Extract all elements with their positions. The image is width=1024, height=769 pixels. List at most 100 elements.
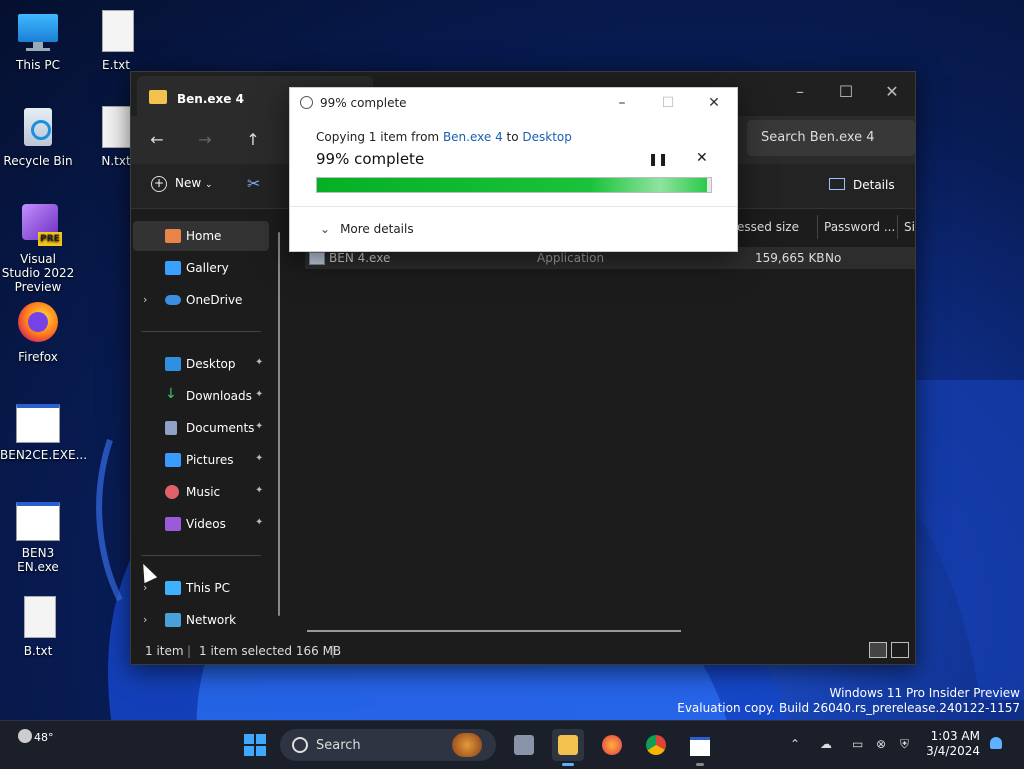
desktop-icon-label: Visual Studio 2022 Preview <box>1 252 75 294</box>
monitor-icon <box>16 10 60 54</box>
display-icon[interactable]: ▭ <box>852 737 863 751</box>
new-button[interactable]: + New ⌄ <box>151 176 213 192</box>
minimize-button[interactable]: – <box>777 78 823 106</box>
column-header-password[interactable]: Password ... <box>817 215 898 239</box>
sidebar-item-gallery[interactable]: Gallery <box>133 253 269 283</box>
search-icon <box>292 737 308 753</box>
status-bar: 1 item | 1 item selected 166 MB | <box>131 638 915 664</box>
desktop-icon-label: Firefox <box>18 350 58 364</box>
cancel-button[interactable]: ✕ <box>696 150 708 166</box>
sidebar-item-music[interactable]: Music ✦ <box>133 477 269 507</box>
sidebar-scrollbar[interactable] <box>278 232 280 616</box>
details-pane-icon <box>829 178 845 190</box>
back-arrow-icon[interactable]: ← <box>143 128 171 152</box>
up-arrow-icon[interactable]: ↑ <box>239 128 267 152</box>
sidebar-item-desktop[interactable]: Desktop ✦ <box>133 349 269 379</box>
tiles-view-icon[interactable] <box>891 642 909 658</box>
dialog-divider <box>290 206 737 207</box>
documents-icon <box>165 421 177 435</box>
more-details-button[interactable]: ⌄ More details <box>320 222 414 236</box>
chevron-down-icon: ⌄ <box>205 180 213 190</box>
desktop-icon-label: Recycle Bin <box>3 154 73 168</box>
sidebar-item-videos[interactable]: Videos ✦ <box>133 509 269 539</box>
desktop-icon-firefox[interactable]: Firefox <box>0 302 76 364</box>
sidebar-item-network[interactable]: › Network <box>133 605 269 635</box>
column-header-size[interactable]: Si <box>897 215 916 239</box>
dialog-title-bar: 99% complete – ☐ ✕ <box>290 88 737 118</box>
destination-link[interactable]: Desktop <box>522 130 572 144</box>
pin-icon: ✦ <box>255 389 264 400</box>
weather-widget[interactable]: 48° <box>18 729 54 744</box>
desktop-icon-ben2ce[interactable]: BEN2CE.EXE... <box>0 400 87 462</box>
copy-progress-dialog: 99% complete – ☐ ✕ Copying 1 item from B… <box>289 87 738 252</box>
onedrive-icon[interactable]: ☁ <box>820 737 832 751</box>
security-icon[interactable]: ⛨ <box>900 737 909 752</box>
desktop-icon-label: This PC <box>16 58 60 72</box>
desktop-icon-e-txt[interactable]: E.txt <box>78 10 154 72</box>
progress-bar-fill <box>317 178 708 192</box>
chevron-right-icon[interactable]: › <box>143 293 147 306</box>
file-size: 159,665 KB <box>755 251 825 265</box>
details-button[interactable]: Details <box>829 178 895 192</box>
source-link[interactable]: Ben.exe 4 <box>443 130 503 144</box>
chrome-icon[interactable] <box>640 729 672 761</box>
search-placeholder: Search Ben.exe 4 <box>761 130 875 145</box>
app-window-icon[interactable] <box>684 729 716 766</box>
chevron-right-icon[interactable]: › <box>143 613 147 626</box>
chevron-down-icon: ⌄ <box>320 222 331 236</box>
pause-button[interactable]: ❚❚ <box>648 152 668 166</box>
app-window-icon <box>16 400 60 444</box>
desktop-icon-b-txt[interactable]: B.txt <box>0 596 76 658</box>
sidebar-item-downloads[interactable]: ↓ Downloads ✦ <box>133 381 269 411</box>
pin-icon: ✦ <box>255 421 264 432</box>
copy-description: Copying 1 item from Ben.exe 4 to Desktop <box>316 130 572 144</box>
column-header-compressed-size[interactable]: essed size <box>731 215 813 239</box>
sidebar-divider <box>141 555 261 556</box>
pin-icon: ✦ <box>255 357 264 368</box>
plus-icon: + <box>151 176 167 192</box>
music-icon <box>165 485 179 499</box>
start-button[interactable] <box>244 734 266 756</box>
chevron-up-icon[interactable]: ⌃ <box>790 737 800 751</box>
details-view-icon[interactable] <box>869 642 887 658</box>
cut-icon[interactable]: ✂ <box>247 174 260 193</box>
sidebar-item-documents[interactable]: Documents ✦ <box>133 413 269 443</box>
horizontal-scrollbar[interactable] <box>307 630 681 632</box>
pictures-icon <box>165 453 181 467</box>
maximize-button[interactable]: ☐ <box>823 78 869 106</box>
notification-bell-icon[interactable] <box>990 737 1002 749</box>
recycle-bin-icon <box>16 106 60 150</box>
visual-studio-icon: PRE <box>16 204 62 248</box>
download-icon: ↓ <box>165 386 177 402</box>
sidebar-item-home[interactable]: Home <box>133 221 269 251</box>
desktop-icon-recycle-bin[interactable]: Recycle Bin <box>0 106 76 168</box>
minimize-button[interactable]: – <box>604 92 640 114</box>
close-button[interactable]: ✕ <box>696 92 732 114</box>
taskbar-search[interactable]: Search <box>280 729 496 761</box>
home-icon <box>165 229 181 243</box>
firefox-icon[interactable] <box>596 729 628 761</box>
clock-icon <box>300 96 313 109</box>
pin-icon: ✦ <box>255 485 264 496</box>
file-type: Application <box>537 251 605 265</box>
sidebar-item-pictures[interactable]: Pictures ✦ <box>133 445 269 475</box>
pin-icon: ✦ <box>255 517 264 528</box>
clock[interactable]: 1:03 AM 3/4/2024 <box>926 729 980 759</box>
forward-arrow-icon[interactable]: → <box>191 128 219 152</box>
selection-status: 1 item selected 166 MB <box>199 644 342 658</box>
close-button[interactable]: ✕ <box>869 78 915 106</box>
videos-icon <box>165 517 181 531</box>
dialog-title: 99% complete <box>320 96 407 110</box>
file-explorer-icon[interactable] <box>552 729 584 766</box>
file-name: BEN 4.exe <box>329 251 391 265</box>
desktop-icon-this-pc[interactable]: This PC <box>0 10 76 72</box>
desktop-icon-ben3[interactable]: BEN3 EN.exe <box>0 498 76 574</box>
maximize-button: ☐ <box>661 95 675 111</box>
network-icon[interactable]: ⊗ <box>876 737 886 751</box>
search-input[interactable]: Search Ben.exe 4 <box>747 120 915 156</box>
sidebar-item-onedrive[interactable]: › OneDrive <box>133 285 269 315</box>
desktop-icon-visual-studio[interactable]: PRE Visual Studio 2022 Preview <box>0 204 76 294</box>
pin-icon: ✦ <box>255 453 264 464</box>
status-separator: | <box>331 644 336 658</box>
task-view-icon[interactable] <box>508 729 540 761</box>
